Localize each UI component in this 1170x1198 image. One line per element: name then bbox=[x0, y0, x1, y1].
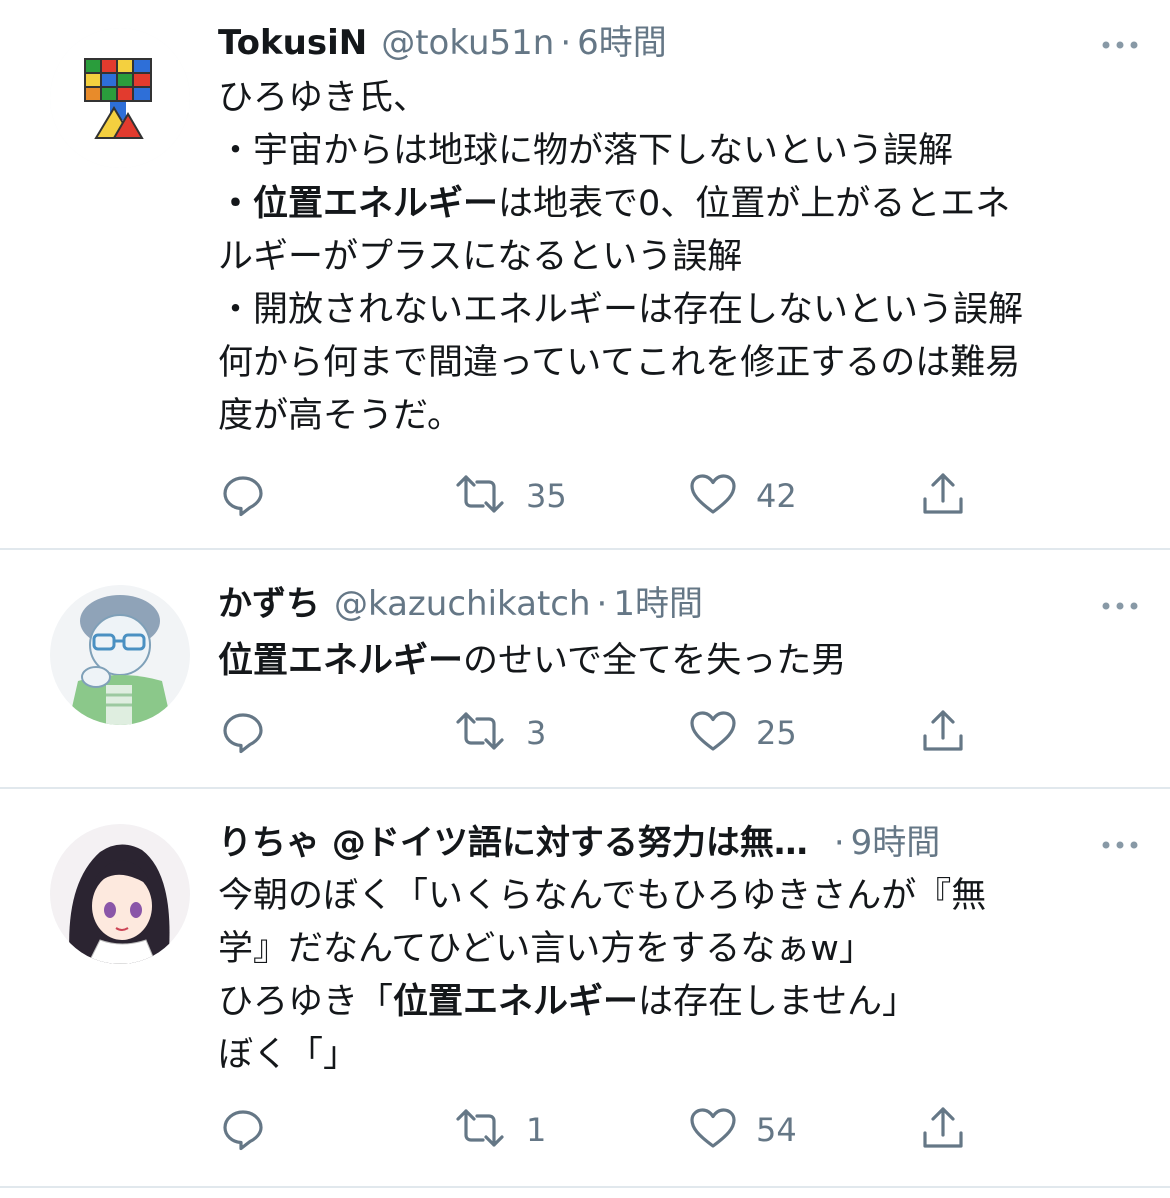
text-segment: 学』だなんてひどい言い方をするなぁw」 bbox=[218, 929, 874, 969]
display-name[interactable]: かずち bbox=[218, 579, 320, 629]
tweet-header: かずち @kazuchikatch · 1時間 bbox=[218, 579, 1130, 629]
more-icon[interactable] bbox=[1098, 20, 1142, 70]
heart-icon bbox=[688, 1103, 738, 1157]
text-segment: ひろゆき「 bbox=[218, 982, 394, 1022]
reply-icon bbox=[218, 469, 268, 523]
tweet[interactable]: TokusiN @toku51n · 6時間 ひろゆき氏、・宇宙からは地球に物が… bbox=[0, 0, 1170, 549]
text-segment: 今朝のぼく「いくらなんでもひろゆきさんが『無 bbox=[218, 876, 987, 916]
timestamp[interactable]: 1時間 bbox=[613, 579, 703, 629]
reply-icon bbox=[218, 1103, 268, 1157]
reply-button[interactable] bbox=[218, 466, 286, 526]
separator-dot: · bbox=[833, 823, 845, 863]
display-name[interactable]: TokusiN bbox=[218, 18, 367, 68]
tweet-text: ひろゆき氏、 ・宇宙からは地球に物が落下しないという誤解 ・位置エネルギーは地表で0… bbox=[218, 72, 1130, 443]
tweet-text: 位置エネルギーのせいで全てを失った男 bbox=[218, 635, 1130, 688]
text-segment: は地表で0、位置が上がるとエネ bbox=[498, 184, 1011, 224]
timestamp[interactable]: 9時間 bbox=[851, 818, 941, 868]
retweet-icon bbox=[452, 1103, 508, 1157]
tweet-text-line: 度が高そうだ。 bbox=[218, 390, 1130, 443]
like-count: 42 bbox=[756, 477, 797, 515]
action-bar: 3 25 bbox=[218, 703, 1018, 763]
text-segment: ひろゆき氏、 bbox=[218, 78, 429, 118]
reply-icon bbox=[218, 706, 268, 760]
like-button[interactable]: 54 bbox=[688, 1100, 797, 1160]
timestamp[interactable]: 6時間 bbox=[577, 18, 667, 68]
heart-icon bbox=[688, 706, 738, 760]
heart-icon bbox=[688, 469, 738, 523]
retweet-button[interactable]: 1 bbox=[452, 1100, 546, 1160]
text-segment: ぼく「」 bbox=[218, 1035, 359, 1075]
retweet-count: 35 bbox=[526, 477, 567, 515]
text-segment: ルギーがプラスになるという誤解 bbox=[218, 237, 743, 277]
rubiks-cube-avatar-image bbox=[50, 28, 190, 168]
tweet-text-line: ひろゆき「位置エネルギーは存在しません」 bbox=[218, 976, 1130, 1029]
action-bar: 35 42 bbox=[218, 466, 1018, 526]
tweet-text-line: ・位置エネルギーは地表で0、位置が上がるとエネ bbox=[218, 178, 1130, 231]
retweet-icon bbox=[452, 706, 508, 760]
tweet[interactable]: りちゃ @ドイツ語に対する努力は無… · 9時間 今朝のぼく「いくらなんでもひろ… bbox=[0, 788, 1170, 1186]
tweet-text-line: 何から何まで間違っていてこれを修正するのは難易 bbox=[218, 337, 1130, 390]
retweet-count: 3 bbox=[526, 714, 547, 752]
tweet-text-line: ルギーがプラスになるという誤解 bbox=[218, 231, 1130, 284]
share-icon bbox=[918, 1103, 968, 1157]
timeline: TokusiN @toku51n · 6時間 ひろゆき氏、・宇宙からは地球に物が… bbox=[0, 0, 1170, 1198]
more-icon[interactable] bbox=[1098, 820, 1142, 870]
text-segment: ・開放されないエネルギーは存在しないという誤解 bbox=[218, 290, 1024, 330]
tweet-text-line: 今朝のぼく「いくらなんでもひろゆきさんが『無 bbox=[218, 870, 1130, 923]
like-button[interactable]: 25 bbox=[688, 703, 797, 763]
anime-girl-avatar-image bbox=[50, 824, 190, 964]
share-icon bbox=[918, 469, 968, 523]
share-button[interactable] bbox=[918, 466, 968, 526]
user-handle[interactable]: @kazuchikatch bbox=[334, 579, 591, 629]
share-icon bbox=[918, 706, 968, 760]
reply-button[interactable] bbox=[218, 1100, 286, 1160]
text-segment: ・宇宙からは地球に物が落下しないという誤解 bbox=[218, 131, 954, 171]
tweet-header: りちゃ @ドイツ語に対する努力は無… · 9時間 bbox=[218, 818, 1130, 868]
avatar[interactable] bbox=[50, 585, 190, 725]
bold-text-segment: 位置エネルギー bbox=[393, 982, 639, 1022]
retweet-count: 1 bbox=[526, 1111, 547, 1149]
reply-button[interactable] bbox=[218, 703, 286, 763]
glasses-person-avatar-image bbox=[50, 585, 190, 725]
separator-dot: · bbox=[596, 584, 608, 624]
action-bar: 1 54 bbox=[218, 1100, 1018, 1160]
like-button[interactable]: 42 bbox=[688, 466, 797, 526]
tweet-text-line: ・開放されないエネルギーは存在しないという誤解 bbox=[218, 284, 1130, 337]
display-name[interactable]: りちゃ @ドイツ語に対する努力は無… bbox=[218, 818, 808, 868]
tweet-text-line: ・宇宙からは地球に物が落下しないという誤解 bbox=[218, 125, 1130, 178]
tweet-text: 今朝のぼく「いくらなんでもひろゆきさんが『無 学』だなんてひどい言い方をするなぁw… bbox=[218, 870, 1130, 1082]
avatar[interactable] bbox=[50, 824, 190, 964]
retweet-icon bbox=[452, 469, 508, 523]
tweet-text-line: 位置エネルギーのせいで全てを失った男 bbox=[218, 635, 1130, 688]
separator-dot: · bbox=[560, 23, 572, 63]
avatar[interactable] bbox=[50, 28, 190, 168]
bold-text-segment: ・位置エネルギー bbox=[218, 184, 499, 224]
text-segment: 何から何まで間違っていてこれを修正するのは難易 bbox=[218, 343, 1021, 383]
retweet-button[interactable]: 35 bbox=[452, 466, 567, 526]
share-button[interactable] bbox=[918, 703, 968, 763]
user-handle[interactable]: @toku51n bbox=[381, 18, 554, 68]
bold-text-segment: 位置エネルギー bbox=[218, 641, 464, 681]
like-count: 25 bbox=[756, 714, 797, 752]
share-button[interactable] bbox=[918, 1100, 968, 1160]
tweet-text-line: 学』だなんてひどい言い方をするなぁw」 bbox=[218, 923, 1130, 976]
tweet-text-line: ぼく「」 bbox=[218, 1029, 1130, 1082]
text-segment: 度が高そうだ。 bbox=[218, 396, 462, 436]
text-segment: は存在しません」 bbox=[638, 982, 917, 1022]
divider bbox=[0, 1186, 1170, 1188]
text-segment: のせいで全てを失った男 bbox=[463, 641, 847, 681]
tweet-text-line: ひろゆき氏、 bbox=[218, 72, 1130, 125]
like-count: 54 bbox=[756, 1111, 797, 1149]
tweet-header: TokusiN @toku51n · 6時間 bbox=[218, 18, 1130, 68]
more-icon[interactable] bbox=[1098, 581, 1142, 631]
tweet[interactable]: かずち @kazuchikatch · 1時間 位置エネルギーのせいで全てを失っ… bbox=[0, 549, 1170, 788]
retweet-button[interactable]: 3 bbox=[452, 703, 546, 763]
